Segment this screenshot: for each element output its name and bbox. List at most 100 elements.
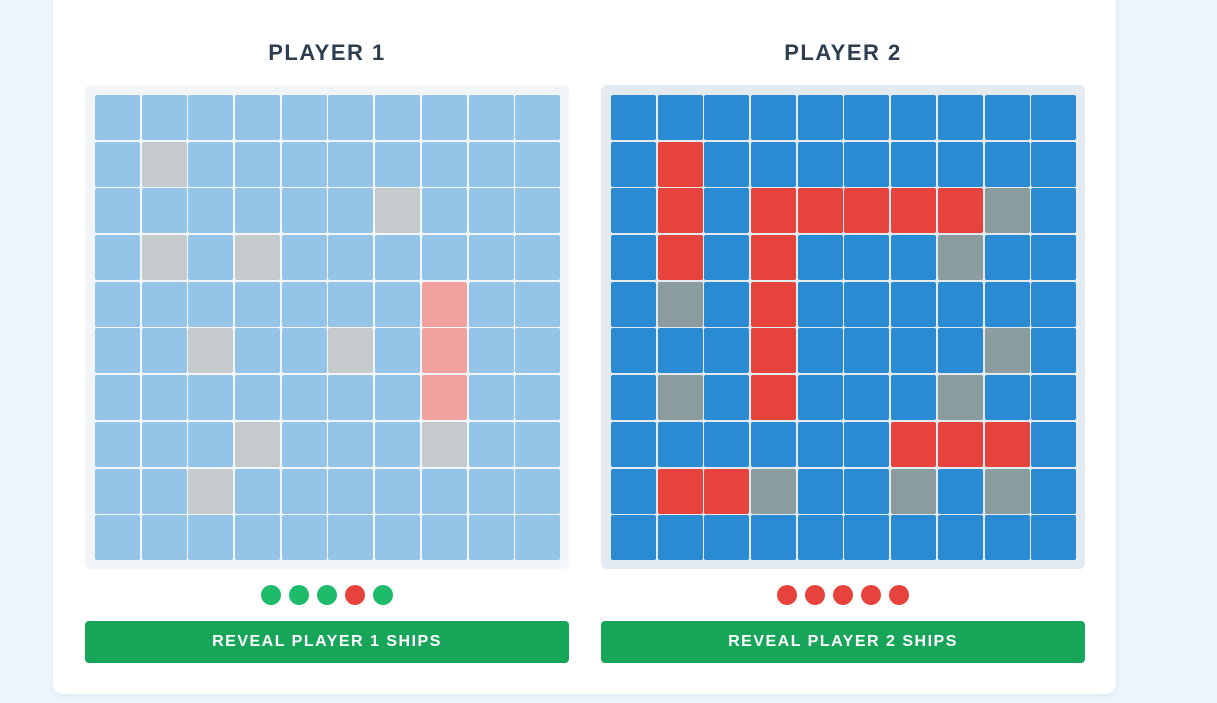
- grid-cell-water[interactable]: [611, 188, 656, 234]
- grid-cell-water[interactable]: [891, 95, 937, 140]
- grid-cell-water[interactable]: [611, 468, 656, 514]
- grid-cell-water[interactable]: [95, 515, 140, 561]
- grid-cell-miss[interactable]: [235, 235, 281, 281]
- grid-cell-water[interactable]: [328, 188, 374, 234]
- grid-cell-water[interactable]: [704, 141, 750, 187]
- grid-cell-water[interactable]: [188, 375, 234, 421]
- grid-cell-water[interactable]: [891, 328, 937, 374]
- grid-cell-hit[interactable]: [657, 188, 703, 234]
- grid-cell-water[interactable]: [657, 421, 703, 467]
- grid-cell-water[interactable]: [188, 281, 234, 327]
- grid-cell-water[interactable]: [611, 375, 656, 421]
- grid-cell-water[interactable]: [1031, 281, 1077, 327]
- grid-cell-water[interactable]: [141, 328, 187, 374]
- grid-cell-water[interactable]: [891, 281, 937, 327]
- grid-cell-water[interactable]: [704, 375, 750, 421]
- grid-cell-water[interactable]: [421, 235, 467, 281]
- grid-cell-miss[interactable]: [937, 235, 983, 281]
- grid-cell-water[interactable]: [468, 95, 514, 140]
- grid-cell-water[interactable]: [281, 375, 327, 421]
- grid-cell-water[interactable]: [704, 235, 750, 281]
- grid-cell-water[interactable]: [235, 141, 281, 187]
- grid-cell-water[interactable]: [704, 421, 750, 467]
- grid-cell-water[interactable]: [95, 235, 140, 281]
- grid-cell-water[interactable]: [468, 235, 514, 281]
- grid-cell-water[interactable]: [515, 235, 561, 281]
- grid-cell-water[interactable]: [235, 515, 281, 561]
- grid-cell-water[interactable]: [611, 328, 656, 374]
- grid-cell-hit[interactable]: [657, 235, 703, 281]
- grid-cell-water[interactable]: [611, 281, 656, 327]
- grid-cell-water[interactable]: [235, 468, 281, 514]
- grid-cell-hit[interactable]: [891, 421, 937, 467]
- grid-cell-water[interactable]: [375, 468, 421, 514]
- grid-cell-water[interactable]: [281, 141, 327, 187]
- grid-cell-miss[interactable]: [328, 328, 374, 374]
- grid-cell-water[interactable]: [891, 141, 937, 187]
- grid-cell-water[interactable]: [515, 328, 561, 374]
- grid-cell-water[interactable]: [1031, 95, 1077, 140]
- grid-cell-water[interactable]: [797, 515, 843, 561]
- grid-cell-water[interactable]: [844, 328, 890, 374]
- grid-cell-hit[interactable]: [751, 188, 797, 234]
- grid-cell-water[interactable]: [328, 95, 374, 140]
- grid-cell-water[interactable]: [1031, 515, 1077, 561]
- grid-cell-miss[interactable]: [657, 375, 703, 421]
- grid-cell-water[interactable]: [421, 141, 467, 187]
- grid-cell-water[interactable]: [421, 188, 467, 234]
- grid-cell-water[interactable]: [797, 328, 843, 374]
- grid-cell-water[interactable]: [937, 328, 983, 374]
- grid-cell-water[interactable]: [1031, 328, 1077, 374]
- grid-cell-water[interactable]: [1031, 375, 1077, 421]
- grid-cell-water[interactable]: [421, 95, 467, 140]
- grid-cell-miss[interactable]: [188, 328, 234, 374]
- grid-cell-water[interactable]: [515, 421, 561, 467]
- grid-cell-water[interactable]: [844, 281, 890, 327]
- grid-cell-miss[interactable]: [141, 235, 187, 281]
- grid-cell-water[interactable]: [235, 328, 281, 374]
- grid-cell-water[interactable]: [797, 421, 843, 467]
- grid-cell-water[interactable]: [468, 515, 514, 561]
- grid-cell-water[interactable]: [421, 468, 467, 514]
- grid-cell-water[interactable]: [515, 515, 561, 561]
- grid-cell-water[interactable]: [328, 281, 374, 327]
- grid-cell-miss[interactable]: [657, 281, 703, 327]
- grid-cell-water[interactable]: [704, 188, 750, 234]
- grid-cell-hit[interactable]: [421, 375, 467, 421]
- grid-cell-water[interactable]: [141, 95, 187, 140]
- grid-cell-water[interactable]: [751, 141, 797, 187]
- grid-cell-water[interactable]: [1031, 141, 1077, 187]
- grid-cell-water[interactable]: [141, 468, 187, 514]
- grid-cell-hit[interactable]: [657, 141, 703, 187]
- grid-cell-water[interactable]: [235, 281, 281, 327]
- grid-cell-water[interactable]: [141, 515, 187, 561]
- grid-cell-water[interactable]: [468, 421, 514, 467]
- grid-cell-water[interactable]: [95, 375, 140, 421]
- grid-cell-hit[interactable]: [751, 375, 797, 421]
- reveal-player-1-ships-button[interactable]: REVEAL PLAYER 1 SHIPS: [85, 621, 569, 663]
- grid-cell-water[interactable]: [328, 468, 374, 514]
- grid-cell-water[interactable]: [95, 281, 140, 327]
- grid-cell-water[interactable]: [1031, 188, 1077, 234]
- grid-cell-miss[interactable]: [188, 468, 234, 514]
- grid-cell-water[interactable]: [375, 421, 421, 467]
- grid-cell-water[interactable]: [188, 235, 234, 281]
- grid-cell-water[interactable]: [657, 515, 703, 561]
- grid-cell-water[interactable]: [1031, 235, 1077, 281]
- grid-cell-miss[interactable]: [375, 188, 421, 234]
- grid-cell-water[interactable]: [611, 421, 656, 467]
- grid-cell-water[interactable]: [844, 421, 890, 467]
- grid-cell-hit[interactable]: [751, 281, 797, 327]
- grid-cell-hit[interactable]: [657, 468, 703, 514]
- grid-cell-water[interactable]: [515, 188, 561, 234]
- grid-cell-water[interactable]: [375, 375, 421, 421]
- reveal-player-2-ships-button[interactable]: REVEAL PLAYER 2 SHIPS: [601, 621, 1085, 663]
- grid-cell-water[interactable]: [95, 328, 140, 374]
- grid-cell-water[interactable]: [468, 281, 514, 327]
- grid-cell-water[interactable]: [611, 235, 656, 281]
- grid-cell-water[interactable]: [984, 235, 1030, 281]
- grid-cell-water[interactable]: [751, 95, 797, 140]
- grid-cell-water[interactable]: [281, 235, 327, 281]
- grid-cell-water[interactable]: [891, 235, 937, 281]
- grid-cell-water[interactable]: [984, 375, 1030, 421]
